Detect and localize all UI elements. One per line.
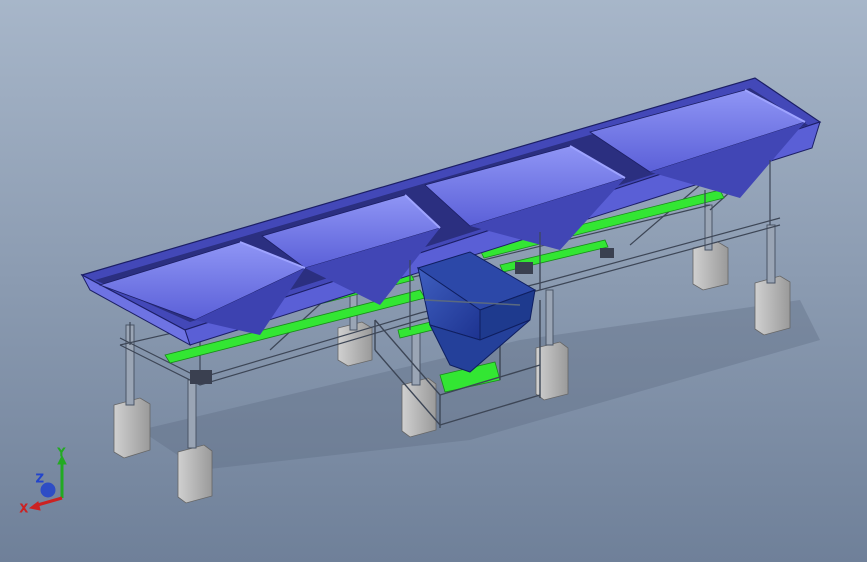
footing xyxy=(535,341,569,401)
footing xyxy=(113,397,151,459)
z-label: Z xyxy=(36,472,44,485)
footing xyxy=(177,444,213,504)
view-orientation-triad[interactable]: Y Z X xyxy=(20,446,67,516)
z-axis xyxy=(40,482,56,498)
cad-viewport[interactable]: Y Z X xyxy=(0,0,867,562)
footing xyxy=(754,275,791,336)
batching-machine-model[interactable]: Y Z X xyxy=(0,0,867,562)
x-label: X xyxy=(20,502,28,515)
y-label: Y xyxy=(57,446,65,459)
x-arrow-icon xyxy=(28,501,41,511)
